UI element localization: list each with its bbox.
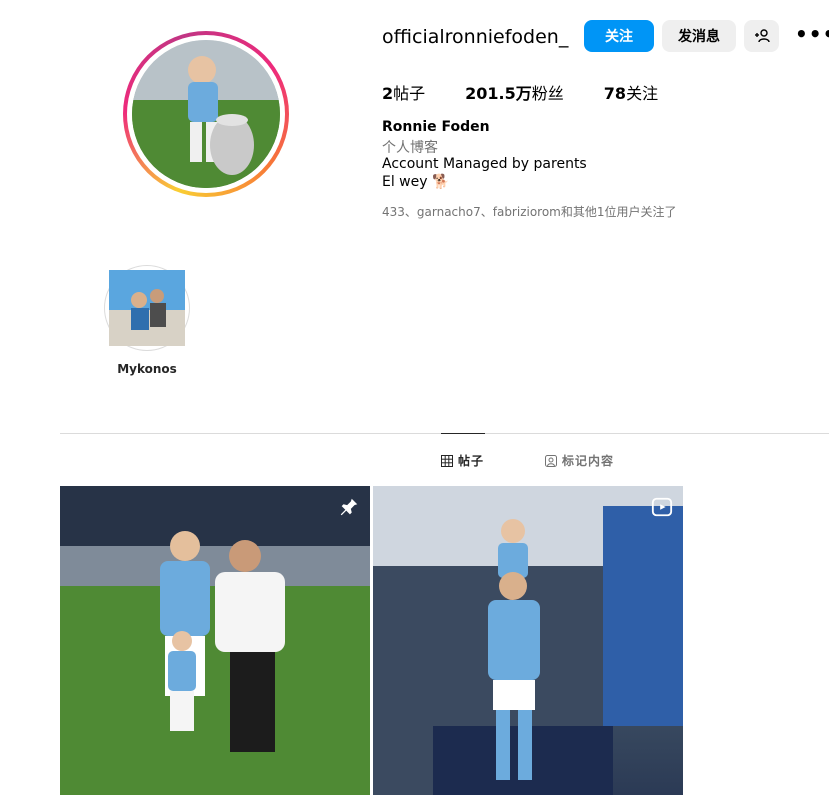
add-user-icon: [754, 29, 770, 43]
username: officialronniefoden_: [382, 26, 569, 48]
story-highlight[interactable]: [104, 265, 190, 351]
more-options-icon[interactable]: •••: [795, 24, 829, 48]
followers-stat[interactable]: 201.5万粉丝: [465, 80, 564, 104]
profile-stats: 2帖子 201.5万粉丝 78关注: [382, 80, 698, 104]
bio-line: Account Managed by parents: [382, 156, 587, 172]
pin-icon: [340, 498, 358, 516]
following-count: 78: [603, 84, 627, 103]
highlight-cover: [109, 270, 185, 346]
suggested-users-button[interactable]: [744, 20, 779, 52]
tag-icon: [545, 454, 557, 467]
active-tab-indicator: [441, 433, 485, 434]
post-thumbnail[interactable]: [60, 486, 370, 795]
post-image: [373, 486, 683, 795]
posts-stat[interactable]: 2帖子: [382, 80, 425, 104]
message-button[interactable]: 发消息: [662, 20, 736, 52]
tab-posts-label: 帖子: [458, 454, 485, 468]
post-image: [60, 486, 370, 795]
profile-avatar-ring[interactable]: [123, 31, 289, 197]
following-stat[interactable]: 78关注: [604, 80, 658, 104]
avatar-border: [127, 35, 285, 193]
following-label: 关注: [626, 84, 659, 103]
post-thumbnail[interactable]: [373, 486, 683, 795]
reel-icon: [651, 497, 673, 517]
avatar-image: [132, 40, 280, 188]
followed-by-link[interactable]: 433、garnacho7、fabriziorom和其他1位用户关注了: [382, 203, 677, 220]
grid-icon: [441, 454, 453, 467]
bio-line: El wey 🐕: [382, 174, 450, 190]
profile-category: 个人博客: [382, 140, 438, 156]
followers-label: 粉丝: [531, 84, 564, 103]
avatar[interactable]: [132, 40, 280, 188]
full-name: Ronnie Foden: [382, 119, 490, 135]
followers-count: 201.5万: [465, 84, 532, 103]
tab-posts[interactable]: 帖子: [441, 452, 484, 469]
tab-tagged[interactable]: 标记内容: [545, 452, 614, 469]
highlight-image: [109, 270, 185, 346]
posts-count: 2: [382, 84, 394, 103]
posts-label: 帖子: [393, 84, 426, 103]
highlight-label: Mykonos: [117, 362, 177, 376]
follow-button[interactable]: 关注: [584, 20, 654, 52]
tab-tagged-label: 标记内容: [562, 454, 615, 468]
